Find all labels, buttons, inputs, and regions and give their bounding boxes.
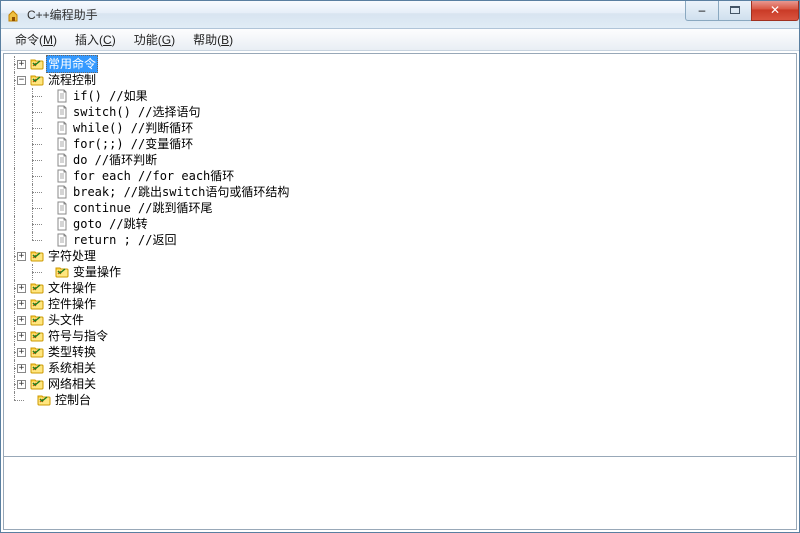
tree-label[interactable]: 常用命令 xyxy=(46,55,98,73)
tree-label[interactable]: do //循环判断 xyxy=(71,152,159,168)
tree-label[interactable]: 变量操作 xyxy=(71,264,123,280)
menubar: 命令(M) 插入(C) 功能(G) 帮助(B) xyxy=(1,29,799,51)
expand-icon[interactable]: + xyxy=(17,284,26,293)
tree-item[interactable]: for(;;) //变量循环 xyxy=(6,136,796,152)
tree-label[interactable]: continue //跳到循环尾 xyxy=(71,200,214,216)
tree-folder[interactable]: + 字符处理 xyxy=(6,248,796,264)
folder-icon xyxy=(30,57,44,71)
tree-label[interactable]: 头文件 xyxy=(46,312,86,328)
folder-icon xyxy=(55,265,69,279)
tree-label[interactable]: break; //跳出switch语句或循环结构 xyxy=(71,184,291,200)
tree-folder[interactable]: 控制台 xyxy=(6,392,796,408)
app-window: C++编程助手 – ✕ 命令(M) 插入(C) 功能(G) 帮助(B) + 常用命… xyxy=(0,0,800,533)
expand-icon[interactable]: + xyxy=(17,316,26,325)
tree-item[interactable]: if() //如果 xyxy=(6,88,796,104)
tree-folder[interactable]: + 系统相关 xyxy=(6,360,796,376)
tree-folder[interactable]: + 文件操作 xyxy=(6,280,796,296)
expand-icon[interactable]: + xyxy=(17,364,26,373)
menu-help[interactable]: 帮助(B) xyxy=(185,29,241,50)
tree-folder[interactable]: + 控件操作 xyxy=(6,296,796,312)
tree-label[interactable]: for each //for each循环 xyxy=(71,168,236,184)
tree-label[interactable]: 类型转换 xyxy=(46,344,98,360)
folder-icon xyxy=(30,297,44,311)
folder-icon xyxy=(37,393,51,407)
tree-item[interactable]: continue //跳到循环尾 xyxy=(6,200,796,216)
tree-item[interactable]: while() //判断循环 xyxy=(6,120,796,136)
content-area: + 常用命令 − 流程控制if() //如果switch() //选择语句while(… xyxy=(3,53,797,530)
file-icon xyxy=(55,137,69,151)
file-icon xyxy=(55,89,69,103)
expand-icon[interactable]: + xyxy=(17,252,26,261)
tree-label[interactable]: 流程控制 xyxy=(46,72,98,88)
titlebar[interactable]: C++编程助手 – ✕ xyxy=(1,1,799,29)
tree-folder[interactable]: 变量操作 xyxy=(6,264,796,280)
tree-label[interactable]: 网络相关 xyxy=(46,376,98,392)
tree-item[interactable]: goto //跳转 xyxy=(6,216,796,232)
tree-item[interactable]: switch() //选择语句 xyxy=(6,104,796,120)
tree-label[interactable]: for(;;) //变量循环 xyxy=(71,136,195,152)
tree-folder[interactable]: + 网络相关 xyxy=(6,376,796,392)
expand-icon[interactable]: + xyxy=(17,332,26,341)
tree-root: + 常用命令 − 流程控制if() //如果switch() //选择语句while(… xyxy=(6,56,796,408)
minimize-button[interactable]: – xyxy=(685,1,719,21)
file-icon xyxy=(55,201,69,215)
file-icon xyxy=(55,217,69,231)
tree-folder[interactable]: − 流程控制 xyxy=(6,72,796,88)
tree-label[interactable]: 控件操作 xyxy=(46,296,98,312)
expand-icon[interactable]: + xyxy=(17,348,26,357)
file-icon xyxy=(55,185,69,199)
tree-label[interactable]: if() //如果 xyxy=(71,88,150,104)
collapse-icon[interactable]: − xyxy=(17,76,26,85)
menu-command[interactable]: 命令(M) xyxy=(7,29,65,50)
folder-icon xyxy=(30,345,44,359)
close-button[interactable]: ✕ xyxy=(751,1,799,21)
tree-folder[interactable]: + 类型转换 xyxy=(6,344,796,360)
tree-item[interactable]: do //循环判断 xyxy=(6,152,796,168)
app-icon xyxy=(7,7,23,23)
tree-label[interactable]: goto //跳转 xyxy=(71,216,150,232)
tree-item[interactable]: break; //跳出switch语句或循环结构 xyxy=(6,184,796,200)
expand-icon[interactable]: + xyxy=(17,380,26,389)
file-icon xyxy=(55,169,69,183)
tree-label[interactable]: 系统相关 xyxy=(46,360,98,376)
maximize-button[interactable] xyxy=(718,1,752,21)
tree-pane[interactable]: + 常用命令 − 流程控制if() //如果switch() //选择语句while(… xyxy=(4,54,796,457)
folder-icon xyxy=(30,377,44,391)
window-controls: – ✕ xyxy=(686,1,799,21)
bottom-pane[interactable] xyxy=(4,457,796,529)
file-icon xyxy=(55,105,69,119)
folder-icon xyxy=(30,313,44,327)
file-icon xyxy=(55,233,69,247)
folder-icon xyxy=(30,361,44,375)
menu-insert[interactable]: 插入(C) xyxy=(67,29,124,50)
tree-label[interactable]: return ; //返回 xyxy=(71,232,178,248)
tree-folder[interactable]: + 符号与指令 xyxy=(6,328,796,344)
expand-icon[interactable]: + xyxy=(17,60,26,69)
file-icon xyxy=(55,121,69,135)
expand-icon[interactable]: + xyxy=(17,300,26,309)
tree-item[interactable]: return ; //返回 xyxy=(6,232,796,248)
tree-folder[interactable]: + 常用命令 xyxy=(6,56,796,72)
tree-label[interactable]: 文件操作 xyxy=(46,280,98,296)
window-title: C++编程助手 xyxy=(27,6,686,23)
tree-label[interactable]: while() //判断循环 xyxy=(71,120,195,136)
tree-item[interactable]: for each //for each循环 xyxy=(6,168,796,184)
tree-label[interactable]: 字符处理 xyxy=(46,248,98,264)
tree-label[interactable]: switch() //选择语句 xyxy=(71,104,202,120)
tree-folder[interactable]: + 头文件 xyxy=(6,312,796,328)
folder-icon xyxy=(30,329,44,343)
menu-function[interactable]: 功能(G) xyxy=(126,29,183,50)
tree-label[interactable]: 控制台 xyxy=(53,392,93,408)
file-icon xyxy=(55,153,69,167)
folder-icon xyxy=(30,249,44,263)
maximize-icon xyxy=(730,6,740,14)
tree-label[interactable]: 符号与指令 xyxy=(46,328,110,344)
folder-icon xyxy=(30,281,44,295)
folder-icon xyxy=(30,73,44,87)
